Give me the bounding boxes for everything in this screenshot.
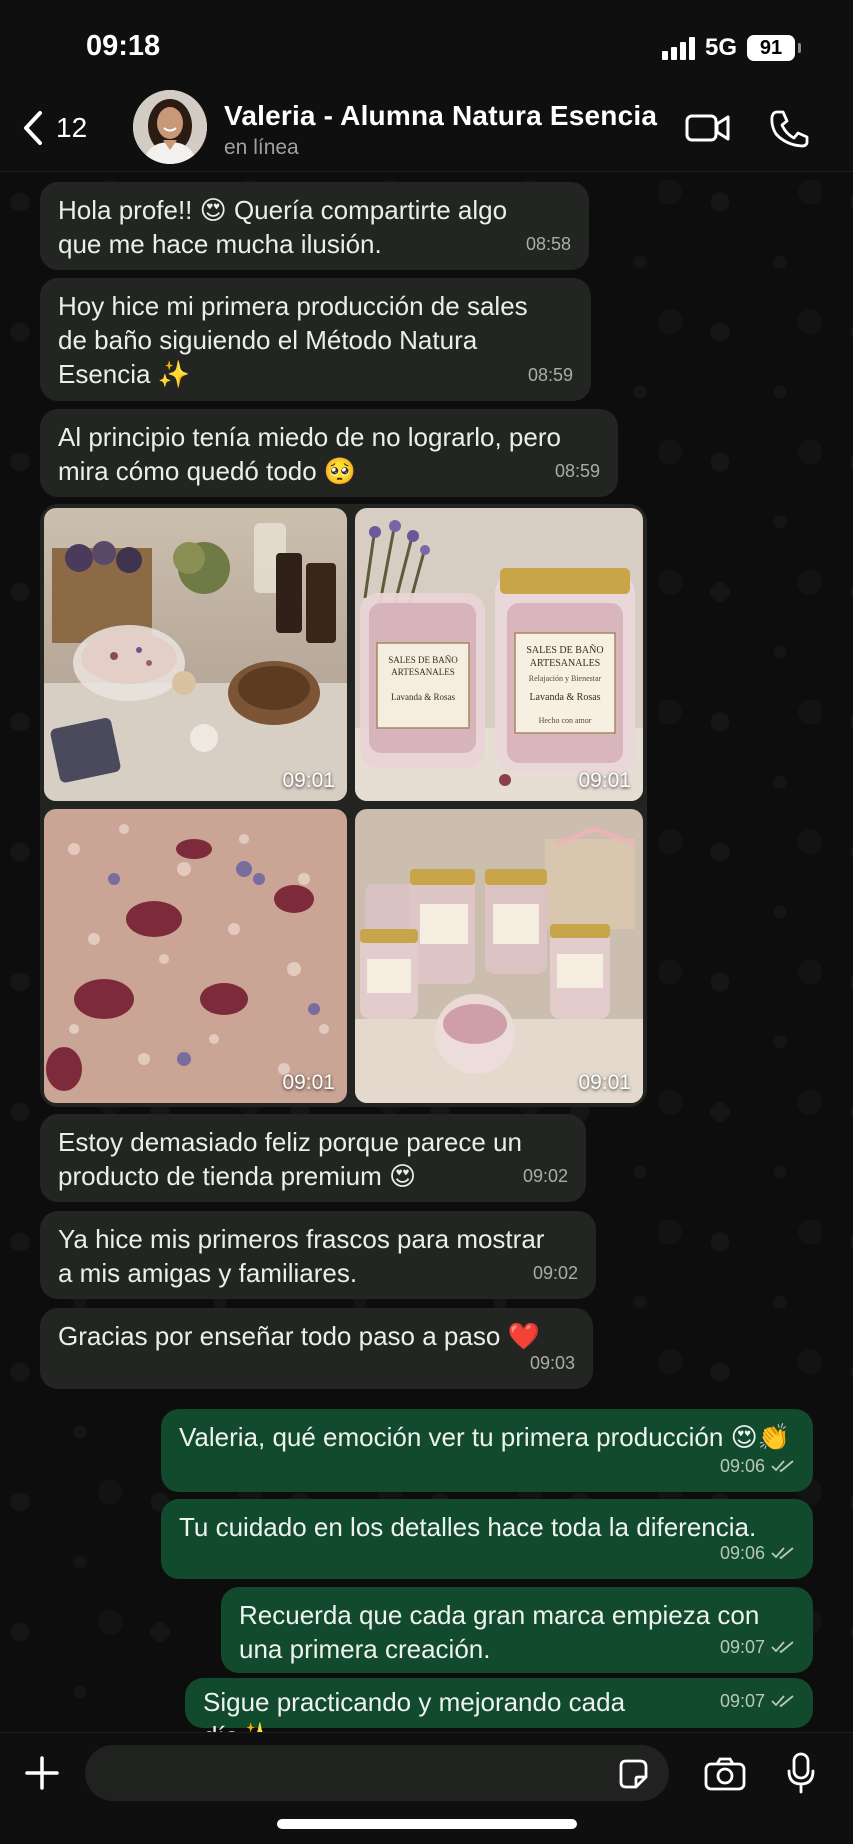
message-time: 09:07	[719, 1637, 765, 1657]
photo-jar-collection[interactable]: 09:01	[355, 809, 643, 1103]
message-time: 08:58	[525, 234, 571, 254]
video-call-icon	[685, 114, 730, 142]
photo-workspace[interactable]: 09:01	[44, 508, 347, 801]
message-text: Valeria, qué emoción ver tu primera prod…	[179, 1422, 791, 1452]
message-text: Al principio tenía miedo de no lograrlo,…	[58, 422, 561, 486]
voice-call-button[interactable]	[768, 108, 810, 153]
message-meta: 09:06	[720, 1449, 795, 1483]
back-chevron-icon	[24, 111, 42, 145]
double-check-icon	[771, 1695, 794, 1708]
message-input[interactable]	[85, 1745, 669, 1801]
svg-text:Relajación y Bienestar: Relajación y Bienestar	[529, 674, 602, 683]
battery-icon: 91	[747, 35, 801, 61]
message-outgoing[interactable]: Tu cuidado en los detalles hace toda la …	[161, 1499, 813, 1579]
unread-count: 12	[56, 112, 88, 143]
svg-text:Lavanda & Rosas: Lavanda & Rosas	[391, 692, 455, 702]
message-incoming[interactable]: Estoy demasiado feliz porque parece un p…	[40, 1114, 586, 1202]
photo-time: 09:01	[282, 1071, 335, 1094]
svg-text:SALES DE BAÑO: SALES DE BAÑO	[388, 655, 458, 665]
message-outgoing[interactable]: Valeria, qué emoción ver tu primera prod…	[161, 1409, 813, 1492]
message-incoming[interactable]: Gracias por enseñar todo paso a paso ❤️ …	[40, 1308, 593, 1389]
message-time: 08:59	[527, 365, 573, 385]
status-time: 09:18	[86, 30, 161, 62]
camera-icon	[704, 1757, 746, 1791]
message-text: Ya hice mis primeros frascos para mostra…	[58, 1224, 545, 1288]
message-meta: 09:07	[720, 1684, 795, 1718]
double-check-icon	[771, 1641, 794, 1654]
photo-salt-closeup[interactable]: 09:01	[44, 809, 347, 1103]
message-incoming[interactable]: Ya hice mis primeros frascos para mostra…	[40, 1211, 596, 1299]
svg-text:ARTESANALES: ARTESANALES	[391, 667, 454, 677]
home-indicator	[277, 1819, 577, 1829]
svg-text:Hecho con amor: Hecho con amor	[539, 716, 592, 725]
message-text: Tu cuidado en los detalles hace toda la …	[179, 1512, 757, 1542]
double-check-icon	[771, 1547, 794, 1560]
message-time: 08:59	[554, 461, 600, 481]
message-time: 09:03	[529, 1353, 575, 1373]
message-composer	[0, 1732, 853, 1844]
message-text: Gracias por enseñar todo paso a paso ❤️	[58, 1321, 540, 1351]
message-time: 09:07	[719, 1691, 765, 1711]
message-incoming[interactable]: Hola profe!! 😍 Quería compartirte algo q…	[40, 182, 589, 270]
plus-icon	[25, 1756, 59, 1790]
contact-status: en línea	[224, 136, 299, 159]
message-time: 09:02	[522, 1166, 568, 1186]
photo-album: 09:01 SALES DE BAÑO ARTESANALES Relajaci…	[40, 504, 647, 1107]
message-text: Hola profe!! 😍 Quería compartirte algo q…	[58, 195, 508, 259]
contact-info[interactable]: Valeria - Alumna Natura Esencia en línea	[224, 100, 657, 160]
message-text: Hoy hice mi primera producción de sales …	[58, 291, 528, 389]
message-incoming[interactable]: Hoy hice mi primera producción de sales …	[40, 278, 591, 401]
message-outgoing[interactable]: Recuerda que cada gran marca empieza con…	[221, 1587, 813, 1673]
video-call-button[interactable]	[684, 108, 732, 153]
microphone-icon	[787, 1752, 815, 1794]
sticker-icon	[619, 1759, 648, 1789]
avatar[interactable]	[133, 90, 207, 164]
message-time: 09:06	[719, 1543, 765, 1563]
back-button[interactable]: 12	[20, 108, 87, 148]
photo-jars[interactable]: SALES DE BAÑO ARTESANALES Relajación y B…	[355, 508, 643, 801]
message-meta: 09:06	[720, 1536, 795, 1570]
voice-record-button[interactable]	[786, 1751, 816, 1800]
message-time: 09:02	[532, 1263, 578, 1283]
sticker-button[interactable]	[616, 1757, 650, 1796]
status-bar: 09:18 5G 91	[0, 0, 853, 90]
svg-text:Lavanda & Rosas: Lavanda & Rosas	[529, 692, 600, 703]
phone-icon	[770, 110, 809, 148]
svg-text:SALES DE BAÑO: SALES DE BAÑO	[526, 644, 603, 656]
status-indicators: 5G 91	[661, 34, 801, 62]
double-check-icon	[771, 1460, 794, 1473]
message-meta: 09:07	[720, 1630, 795, 1664]
message-text: Recuerda que cada gran marca empieza con…	[239, 1600, 760, 1664]
signal-icon	[661, 36, 695, 60]
svg-text:ARTESANALES: ARTESANALES	[530, 658, 601, 669]
photo-time: 09:01	[282, 769, 335, 792]
photo-time: 09:01	[578, 1071, 631, 1094]
photo-time: 09:01	[578, 769, 631, 792]
contact-name: Valeria - Alumna Natura Esencia	[224, 100, 658, 131]
message-incoming[interactable]: Al principio tenía miedo de no lograrlo,…	[40, 409, 618, 497]
chat-header: 12 Valeria - Alumna Natura Esencia en lí…	[0, 90, 853, 172]
attach-button[interactable]	[22, 1753, 62, 1798]
camera-button[interactable]	[704, 1757, 746, 1796]
message-text: Estoy demasiado feliz porque parece un p…	[58, 1127, 522, 1191]
battery-level: 91	[759, 36, 783, 59]
network-type: 5G	[704, 34, 737, 61]
message-time: 09:06	[719, 1456, 765, 1476]
message-outgoing[interactable]: Sigue practicando y mejorando cada día✨ …	[185, 1678, 813, 1751]
